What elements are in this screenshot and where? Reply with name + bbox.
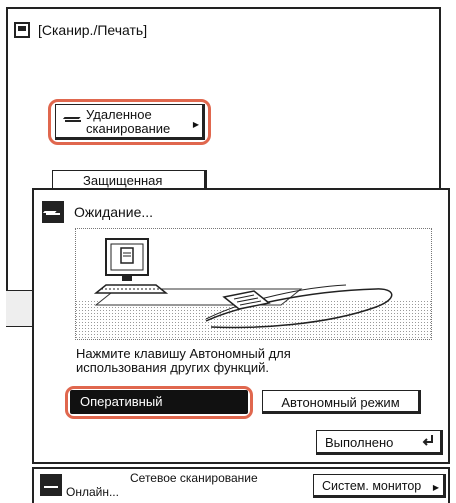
remote-scan-button[interactable]: Удаленное сканирование ▶ <box>55 104 205 140</box>
background-title-text: [Сканир./Печать] <box>38 22 148 38</box>
offline-button[interactable]: Автономный режим <box>262 390 421 414</box>
online-button-label: Оперативный <box>80 394 163 409</box>
message-line1: Нажмите клавишу Автономный для <box>76 346 291 361</box>
computer-paper-illustration <box>76 238 431 339</box>
arrow-right-icon: ▶ <box>192 120 199 129</box>
offline-button-label: Автономный режим <box>281 395 400 410</box>
status-title: Сетевое сканирование <box>130 471 258 485</box>
system-monitor-button[interactable]: Систем. монитор ▶ <box>313 474 446 498</box>
scanner-icon <box>65 114 81 124</box>
secure-print-label: Защищенная <box>83 173 163 188</box>
dialog-title-text: Ожидание... <box>74 204 154 220</box>
enter-arrow-icon <box>422 435 433 446</box>
scanner-icon <box>42 201 64 223</box>
secure-print-button[interactable]: Защищенная <box>52 170 207 190</box>
scanner-icon <box>40 474 62 496</box>
online-button[interactable]: Оперативный <box>70 390 248 414</box>
remote-scan-label-line1: Удаленное <box>86 107 152 122</box>
done-button-label: Выполнено <box>325 435 394 450</box>
arrow-right-icon: ▶ <box>432 483 439 492</box>
illustration <box>75 228 432 340</box>
dialog-message: Нажмите клавишу Автономный для использов… <box>76 347 291 375</box>
status-text: Онлайн... <box>66 485 119 499</box>
remote-scan-label-line2: сканирование <box>86 121 171 136</box>
dialog-title: Ожидание... <box>42 201 153 223</box>
computer-icon <box>93 238 169 294</box>
system-monitor-label: Систем. монитор <box>322 479 422 493</box>
window-icon <box>14 22 30 38</box>
background-title: [Сканир./Печать] <box>14 22 147 38</box>
done-button[interactable]: Выполнено <box>316 430 443 455</box>
message-line2: использования других функций. <box>76 360 270 375</box>
